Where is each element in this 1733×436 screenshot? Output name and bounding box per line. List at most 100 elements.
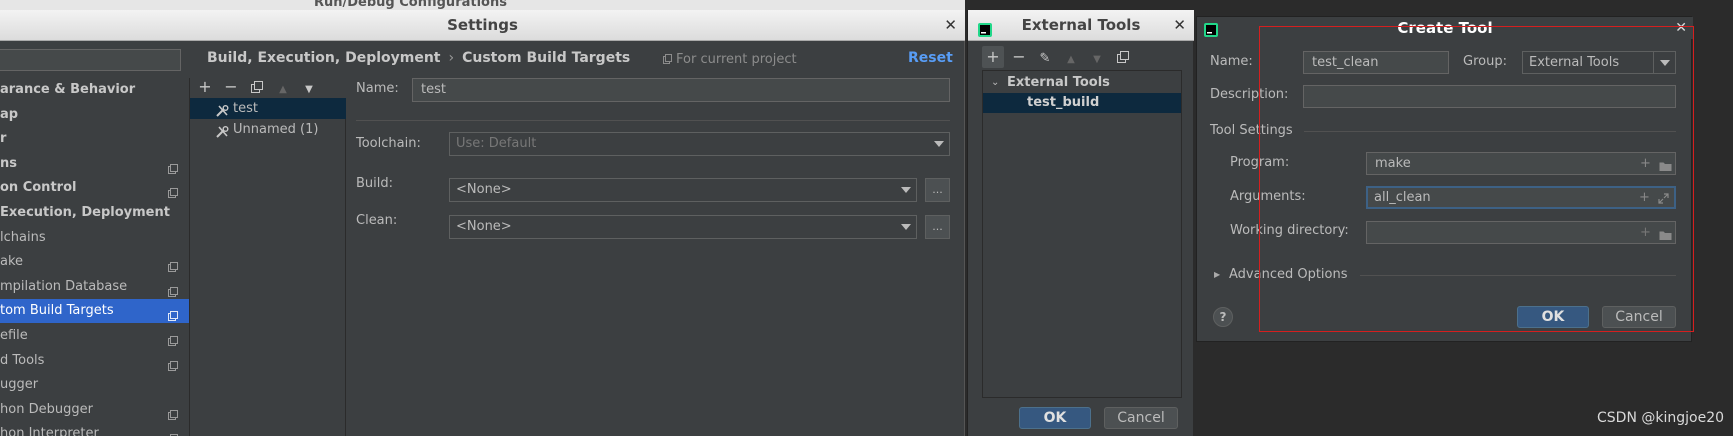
settings-nav-item[interactable]: d Tools: [0, 349, 189, 373]
settings-nav-label: ap: [0, 106, 19, 122]
tree-group-external-tools[interactable]: ⌄ External Tools: [983, 73, 1181, 93]
plus-icon: +: [198, 77, 212, 96]
external-tools-titlebar: External Tools ✕: [968, 10, 1194, 41]
copy-icon: [168, 405, 178, 420]
external-tools-ok-button[interactable]: OK: [1019, 407, 1091, 429]
settings-nav-item[interactable]: mpilation Database: [0, 275, 189, 299]
external-tools-close-button[interactable]: ✕: [1173, 10, 1186, 40]
add-tool-button[interactable]: +: [982, 46, 1004, 68]
copy-icon: [168, 331, 178, 346]
external-tools-toolbar: + − ✎ ▲ ▼: [982, 46, 1182, 68]
external-tools-cancel-button[interactable]: Cancel: [1104, 407, 1178, 429]
for-current-project-label: For current project: [676, 52, 797, 67]
arrow-down-icon: ▼: [305, 84, 313, 95]
minus-icon: −: [224, 77, 238, 96]
insert-macro-icon[interactable]: +: [1640, 222, 1652, 240]
arguments-input[interactable]: all_clean +: [1366, 186, 1676, 209]
target-item-test[interactable]: test: [190, 98, 346, 119]
advanced-options-toggle[interactable]: Advanced Options: [1229, 267, 1348, 282]
settings-nav-item[interactable]: ugger: [0, 373, 189, 397]
program-input[interactable]: make +: [1366, 152, 1676, 175]
minus-icon: −: [1012, 47, 1026, 66]
settings-nav-item[interactable]: lchains: [0, 226, 189, 250]
settings-nav-item[interactable]: tom Build Targets: [0, 299, 189, 324]
move-up-button[interactable]: ▲: [272, 76, 294, 98]
move-down-button[interactable]: ▼: [298, 76, 320, 98]
settings-nav-label: ugger: [0, 377, 39, 393]
settings-window: Settings ✕ arance & Behavior ap r ns on Cont…: [0, 10, 965, 436]
settings-nav-item[interactable]: ake: [0, 250, 189, 274]
clean-browse-button[interactable]: ...: [925, 215, 950, 239]
target-item-unnamed[interactable]: Unnamed (1): [190, 119, 346, 140]
chevron-down-icon: [934, 141, 944, 147]
settings-close-button[interactable]: ✕: [944, 10, 957, 40]
external-tools-window: External Tools ✕ + − ✎ ▲ ▼ ⌄ External To…: [967, 10, 1194, 436]
settings-nav-item[interactable]: hon Interpreter: [0, 422, 189, 436]
help-button[interactable]: ?: [1213, 307, 1233, 327]
create-tool-close-button[interactable]: ✕: [1675, 17, 1687, 39]
settings-nav-item[interactable]: ap: [0, 103, 189, 127]
settings-nav-item[interactable]: r: [0, 127, 189, 151]
settings-nav-item[interactable]: on Control: [0, 176, 189, 200]
clean-label: Clean:: [356, 213, 398, 228]
build-tools-icon: [216, 124, 229, 145]
folder-icon[interactable]: [1659, 158, 1672, 171]
copy-icon: [168, 429, 178, 436]
reset-link[interactable]: Reset: [908, 50, 953, 66]
for-current-project-note: For current project: [663, 52, 797, 67]
targets-list: test Unnamed (1): [190, 98, 346, 436]
tool-name-input[interactable]: test_clean: [1303, 51, 1449, 74]
insert-macro-icon[interactable]: +: [1640, 153, 1652, 171]
working-directory-input[interactable]: +: [1366, 221, 1676, 244]
breadcrumb-item[interactable]: Build, Execution, Deployment: [207, 50, 441, 66]
chevron-right-icon[interactable]: ▶: [1214, 270, 1220, 279]
toolchain-select[interactable]: Use: Default: [449, 132, 950, 156]
copy-icon: [168, 159, 178, 174]
settings-nav-item[interactable]: ns: [0, 152, 189, 176]
create-tool-cancel-button[interactable]: Cancel: [1602, 306, 1676, 328]
move-up-button[interactable]: ▲: [1060, 46, 1082, 68]
settings-nav-item[interactable]: hon Debugger: [0, 398, 189, 422]
copy-icon: [168, 282, 178, 297]
app-logo-icon: [1204, 21, 1218, 43]
settings-nav-label: ake: [0, 254, 24, 270]
tree-item-test-build[interactable]: test_build: [983, 93, 1181, 113]
settings-search-input[interactable]: [0, 49, 181, 71]
remove-target-button[interactable]: −: [220, 76, 242, 98]
description-input[interactable]: [1303, 85, 1676, 108]
settings-nav-item[interactable]: efile: [0, 324, 189, 348]
expand-icon[interactable]: [1658, 191, 1670, 204]
group-value: External Tools: [1529, 55, 1620, 70]
create-tool-ok-button[interactable]: OK: [1517, 306, 1589, 328]
settings-nav-label: ns: [0, 155, 17, 171]
arguments-label: Arguments:: [1230, 189, 1306, 204]
build-select[interactable]: <None>: [449, 178, 917, 202]
target-name-input[interactable]: test: [412, 78, 950, 102]
combo-divider: [1653, 52, 1654, 73]
copy-tool-button[interactable]: [1112, 46, 1134, 68]
external-tools-title: External Tools: [1021, 16, 1141, 34]
build-label: Build:: [356, 176, 394, 191]
move-down-button[interactable]: ▼: [1086, 46, 1108, 68]
copy-target-button[interactable]: [246, 76, 268, 98]
settings-nav-item[interactable]: Execution, Deployment: [0, 201, 189, 225]
insert-macro-icon[interactable]: +: [1639, 188, 1651, 205]
copy-icon: [168, 356, 178, 371]
breadcrumb: Build, Execution, Deployment › Custom Buil…: [207, 50, 630, 70]
settings-nav-label: d Tools: [0, 352, 45, 368]
remove-tool-button[interactable]: −: [1008, 46, 1030, 68]
arrow-up-icon: ▲: [279, 84, 287, 95]
build-browse-button[interactable]: ...: [925, 178, 950, 202]
group-select[interactable]: External Tools: [1522, 51, 1676, 74]
clean-select[interactable]: <None>: [449, 215, 917, 239]
copy-icon: [168, 183, 178, 199]
section-divider: [1304, 131, 1676, 132]
breadcrumb-item: Custom Build Targets: [462, 50, 631, 66]
edit-tool-button[interactable]: ✎: [1034, 46, 1056, 68]
settings-nav-item[interactable]: arance & Behavior: [0, 78, 189, 102]
folder-icon[interactable]: [1659, 227, 1672, 240]
arrow-up-icon: ▲: [1067, 54, 1075, 65]
add-target-button[interactable]: +: [194, 76, 216, 98]
plus-icon: +: [986, 47, 1000, 66]
settings-nav-label: mpilation Database: [0, 278, 128, 294]
